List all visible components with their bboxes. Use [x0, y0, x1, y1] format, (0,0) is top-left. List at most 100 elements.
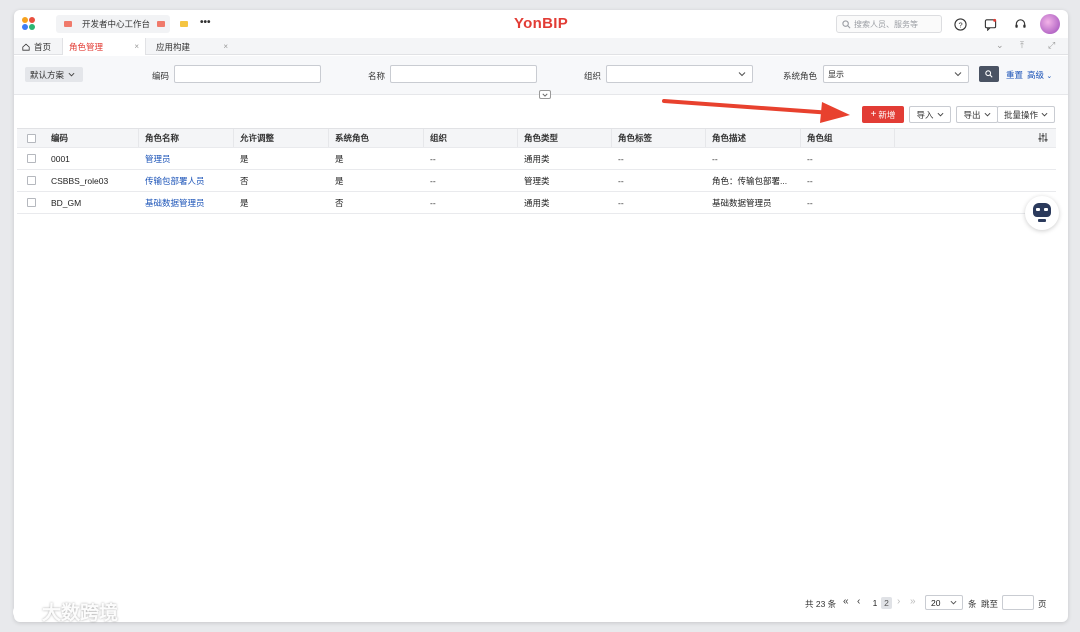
cell-adjust: 否 — [240, 175, 249, 186]
system-role-label: 系统角色 — [783, 71, 818, 81]
cell-type: 通用类 — [524, 153, 550, 164]
chevron-down-icon — [984, 112, 990, 117]
cell-role-name-link[interactable]: 基础数据管理员 — [139, 192, 205, 213]
column-header[interactable]: 组织 — [424, 129, 518, 147]
search-icon — [842, 19, 851, 28]
tab-app-build[interactable]: 应用构建 × — [150, 38, 232, 55]
table-header: 编码 角色名称 允许调整 系统角色 组织 角色类型 角色标签 角色描述 角色组 — [17, 128, 1056, 148]
column-header[interactable]: 角色类型 — [518, 129, 612, 147]
robot-face — [1033, 203, 1051, 217]
name-input[interactable] — [390, 65, 537, 83]
cell-system: 否 — [335, 197, 344, 208]
code-input[interactable] — [174, 65, 321, 83]
close-icon[interactable]: × — [134, 42, 139, 51]
close-icon[interactable]: × — [223, 42, 228, 51]
assistant-robot-icon[interactable] — [1025, 196, 1059, 230]
chevron-down-icon — [937, 112, 943, 117]
org-label: 组织 — [584, 71, 602, 81]
watermark-logo-icon — [13, 602, 35, 620]
cell-type: 通用类 — [524, 197, 550, 208]
cell-org: -- — [430, 153, 436, 164]
help-icon[interactable]: ? — [952, 16, 968, 32]
current-page[interactable]: 2 — [881, 597, 892, 609]
customer-service-icon[interactable] — [1012, 16, 1028, 32]
scheme-label: 默认方案 — [30, 69, 65, 80]
collapse-filter-button[interactable] — [539, 90, 551, 99]
advanced-label: 高级 — [1027, 70, 1045, 80]
cell-code: BD_GM — [51, 197, 82, 208]
import-label: 导入 — [916, 109, 934, 120]
row-checkbox[interactable] — [27, 154, 36, 163]
column-header[interactable]: 系统角色 — [329, 129, 424, 147]
org-select[interactable] — [606, 65, 753, 83]
first-page-icon[interactable]: « — [843, 596, 849, 607]
message-icon[interactable] — [982, 16, 998, 32]
next-page-icon[interactable]: › — [897, 596, 900, 607]
robot-eye — [1044, 208, 1048, 211]
advanced-link[interactable]: 高级 ⌄ — [1027, 69, 1052, 81]
total-count: 共 23 条 — [805, 599, 837, 609]
column-header[interactable]: 角色描述 — [706, 129, 801, 147]
import-button[interactable]: 导入 — [909, 106, 951, 123]
cell-group: -- — [807, 153, 813, 164]
watermark: 大数跨境 — [12, 598, 118, 625]
prev-page-icon[interactable]: ‹ — [857, 596, 860, 607]
plus-icon: + — [870, 109, 877, 120]
system-role-value: 显示 — [828, 69, 844, 79]
tab-role-management[interactable]: 角色管理 × — [62, 38, 146, 55]
column-header[interactable]: 角色名称 — [139, 129, 234, 147]
row-checkbox[interactable] — [27, 176, 36, 185]
scheme-select[interactable]: 默认方案 — [25, 67, 83, 82]
reset-link[interactable]: 重置 — [1006, 69, 1023, 81]
cell-system: 是 — [335, 153, 344, 164]
robot-eye — [1036, 208, 1040, 211]
svg-text:?: ? — [958, 20, 962, 29]
last-page-icon[interactable]: » — [910, 596, 916, 607]
column-header[interactable]: 角色标签 — [612, 129, 706, 147]
tab-home[interactable]: 首页 — [16, 38, 57, 55]
cell-adjust: 是 — [240, 197, 249, 208]
page-tab-bar: 首页 角色管理 × 应用构建 × ⌄ ⤒ ⤢ — [14, 38, 1068, 55]
name-label: 名称 — [368, 71, 386, 81]
table-row[interactable]: 0001 管理员 是 是 -- 通用类 -- -- -- — [17, 148, 1056, 170]
page-size-select[interactable]: 20 — [925, 595, 963, 610]
jump-page-input[interactable] — [1002, 595, 1034, 610]
cell-code: CSBBS_role03 — [51, 175, 109, 186]
column-settings-icon[interactable] — [1038, 133, 1048, 144]
cell-desc: 基础数据管理员 — [712, 197, 772, 208]
fullscreen-icon[interactable]: ⤢ — [1048, 40, 1055, 51]
column-header[interactable]: 编码 — [45, 129, 139, 147]
cell-org: -- — [430, 197, 436, 208]
column-header[interactable]: 允许调整 — [234, 129, 329, 147]
tab-app-build-label: 应用构建 — [156, 41, 191, 52]
page-number[interactable]: 1 — [871, 597, 879, 609]
add-button[interactable]: + 新增 — [862, 106, 904, 123]
batch-label: 批量操作 — [1003, 109, 1038, 120]
chevron-down-icon: ⌄ — [1046, 73, 1053, 80]
search-placeholder: 搜索人员、服务等 — [854, 19, 918, 29]
per-page-unit: 条 — [968, 599, 977, 609]
chevron-down-icon — [1041, 112, 1048, 117]
cell-group: -- — [807, 197, 813, 208]
cell-desc: -- — [712, 153, 718, 164]
export-button[interactable]: 导出 — [956, 106, 998, 123]
pin-top-icon[interactable]: ⤒ — [1020, 40, 1024, 51]
select-all-checkbox[interactable] — [27, 134, 36, 143]
jump-label: 跳至 — [981, 599, 999, 609]
chevron-down-icon — [542, 93, 548, 97]
search-button[interactable] — [979, 66, 999, 82]
robot-bowtie — [1038, 219, 1046, 222]
table-row[interactable]: BD_GM 基础数据管理员 是 否 -- 通用类 -- 基础数据管理员 -- — [17, 192, 1056, 214]
home-icon — [22, 43, 30, 51]
global-search-input[interactable]: 搜索人员、服务等 — [836, 15, 942, 33]
batch-operation-button[interactable]: 批量操作 — [997, 106, 1055, 123]
cell-tag: -- — [618, 175, 624, 186]
table-row[interactable]: CSBBS_role03 传输包部署人员 否 是 -- 管理类 -- 角色：传输… — [17, 170, 1056, 192]
user-avatar[interactable] — [1040, 14, 1060, 34]
cell-role-name-link[interactable]: 传输包部署人员 — [139, 170, 205, 191]
row-checkbox[interactable] — [27, 198, 36, 207]
system-role-select[interactable]: 显示 — [823, 65, 969, 83]
column-header[interactable]: 角色组 — [801, 129, 895, 147]
cell-role-name-link[interactable]: 管理员 — [139, 148, 171, 169]
chevron-down-icon[interactable]: ⌄ — [996, 40, 1004, 51]
